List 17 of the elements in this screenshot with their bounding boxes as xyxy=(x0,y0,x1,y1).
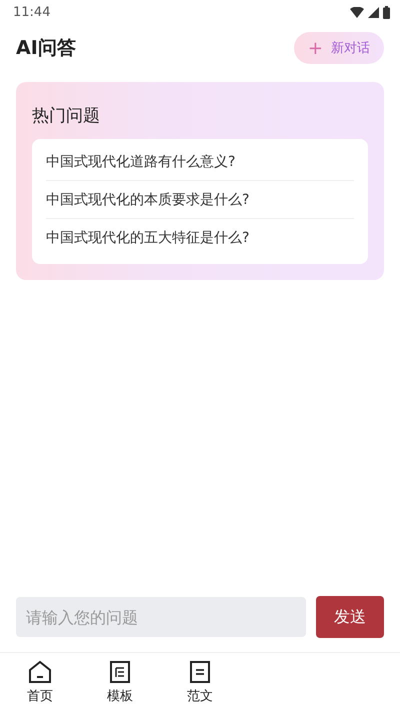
question-item[interactable]: 中国式现代化的五大特征是什么? xyxy=(46,219,354,256)
page-title: AI问答 xyxy=(16,36,76,61)
signal-icon xyxy=(368,6,379,18)
document-icon xyxy=(189,660,211,684)
wifi-icon xyxy=(350,6,364,18)
home-icon xyxy=(28,660,52,684)
nav-tab[interactable]: 首页 xyxy=(27,687,53,705)
send-button[interactable]: 发送 xyxy=(316,596,384,638)
question-item[interactable]: 中国式现代化道路有什么意义? xyxy=(46,143,354,181)
nav-tab[interactable]: 模板 xyxy=(107,687,133,705)
question-item[interactable]: 中国式现代化的本质要求是什么? xyxy=(46,181,354,219)
status-time: 11:44 xyxy=(13,4,50,20)
card-title: 热门问题 xyxy=(32,105,101,127)
document-icon xyxy=(109,660,131,684)
question-input-field[interactable]: 请输入您的问题 xyxy=(16,597,306,637)
nav-tab[interactable]: 范文 xyxy=(187,687,213,705)
battery-icon xyxy=(383,6,390,18)
